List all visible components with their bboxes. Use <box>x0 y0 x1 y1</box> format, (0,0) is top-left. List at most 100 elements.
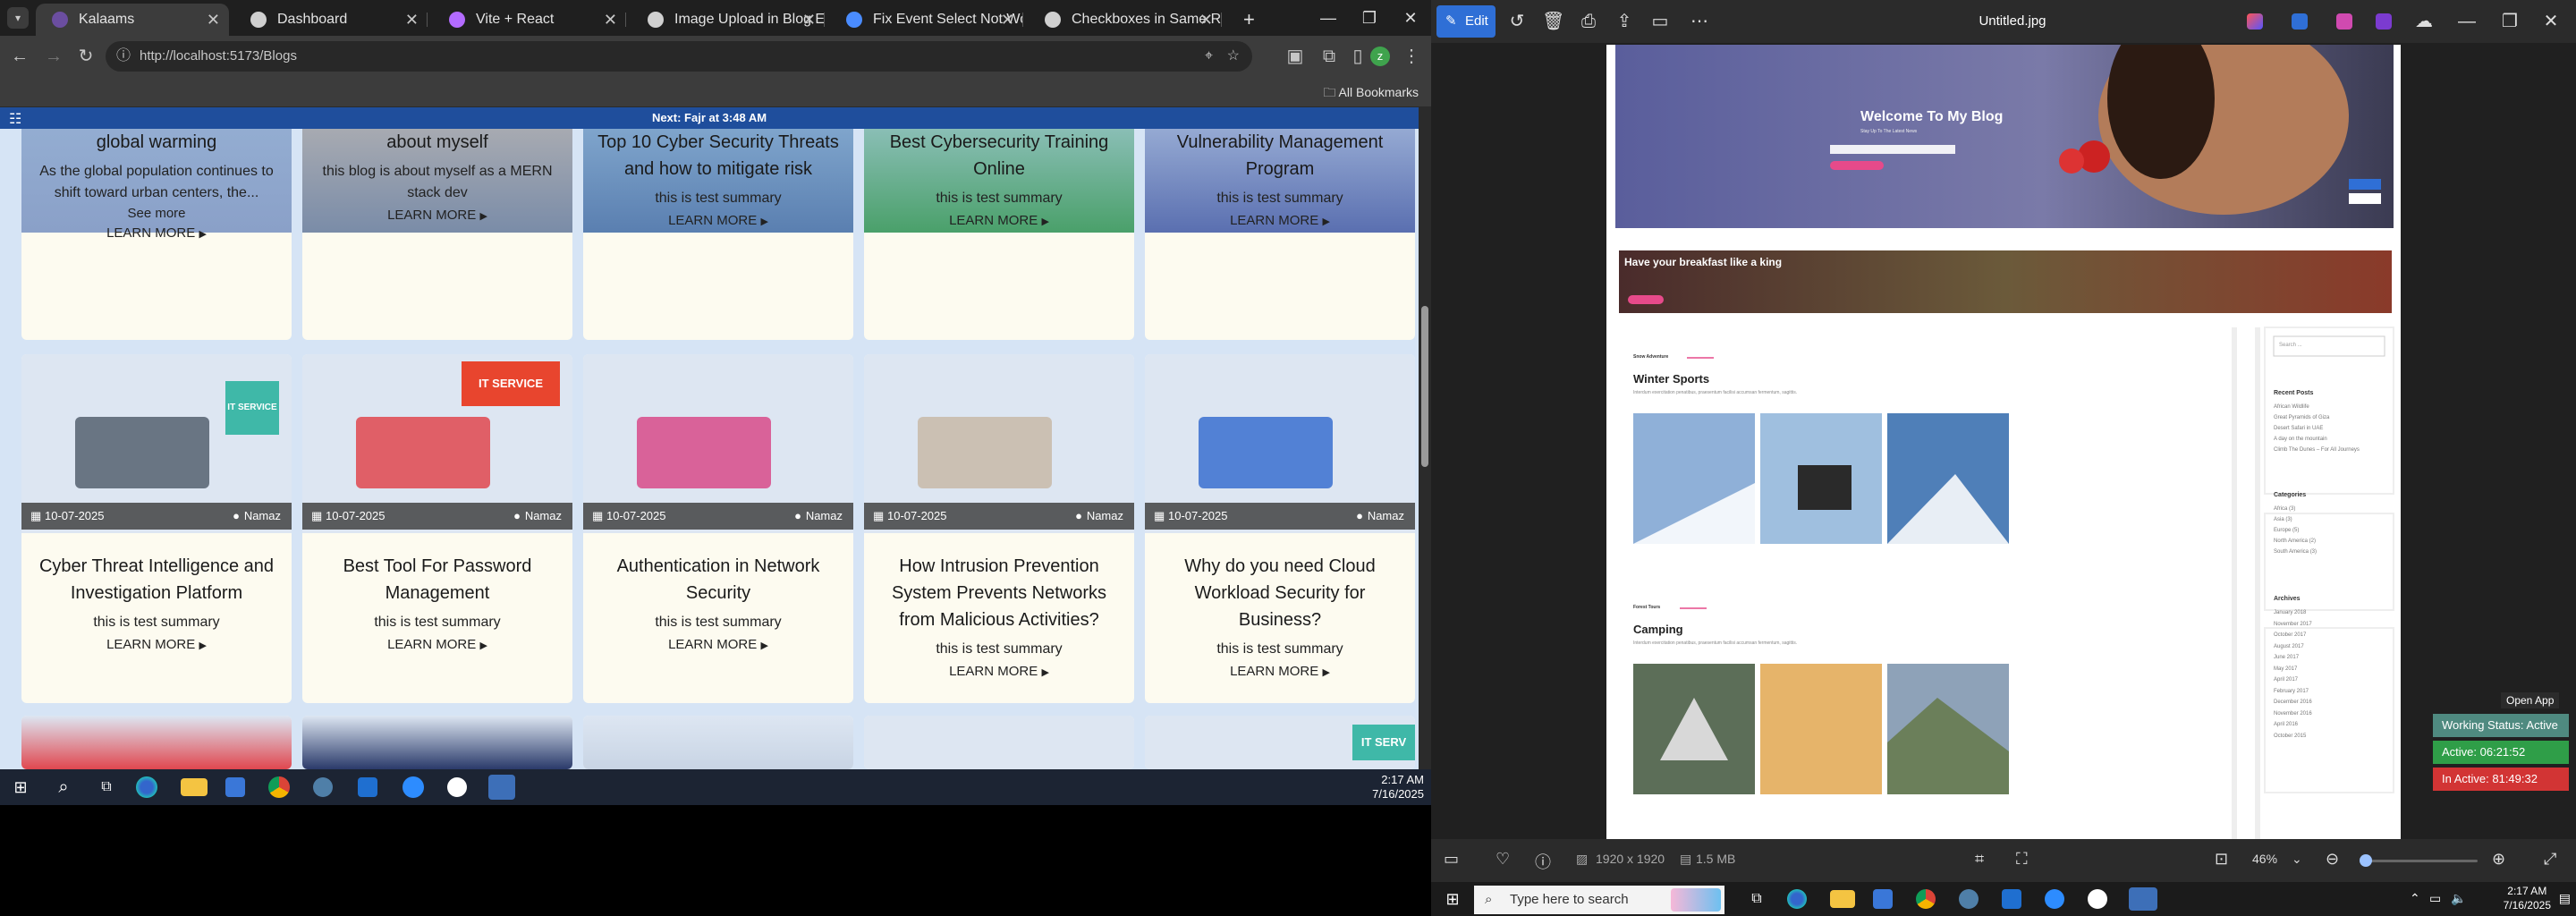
card-title[interactable]: about myself <box>311 129 564 156</box>
edit-button[interactable]: ✎ Edit <box>1436 5 1496 38</box>
tray-chevron-icon[interactable]: ⌃ <box>2410 891 2420 906</box>
crop-icon[interactable]: ⌗ <box>1975 850 1984 869</box>
card-image[interactable] <box>583 716 853 769</box>
taskbar-clock[interactable]: 2:17 AM 7/16/2025 <box>2504 884 2551 912</box>
tab-close-icon[interactable]: ✕ <box>802 4 816 36</box>
blog-card[interactable]: IT SERVICE ▦ 10-07-2025 ● Namaz Cyber Threat … <box>21 354 292 703</box>
zoom-slider[interactable] <box>2360 854 2478 867</box>
edge-icon[interactable] <box>136 776 157 798</box>
blog-card[interactable]: ▦10-07-2025●NamazVulnerability Managemen… <box>1145 107 1415 340</box>
photos-close-button[interactable]: ✕ <box>2540 11 2562 32</box>
reload-button[interactable]: ↻ <box>73 44 98 69</box>
card-image[interactable] <box>21 716 292 769</box>
win-photos-icon[interactable] <box>2129 887 2157 911</box>
card-title[interactable]: Best Tool For Password Management <box>311 553 564 606</box>
zoom-in-icon[interactable]: ⊕ <box>2492 850 2505 869</box>
menu-icon[interactable]: ☷ <box>9 110 21 128</box>
filmstrip-icon[interactable]: ▭ <box>1444 850 1459 869</box>
more-icon[interactable]: ⋯ <box>1689 11 1710 32</box>
task-view-icon[interactable]: ⧉ <box>93 775 120 800</box>
win-chrome-icon[interactable] <box>1916 889 1936 909</box>
blog-card[interactable]: IT SERVICE ▦ 10-07-2025 ● Namaz Best Tool For… <box>302 354 572 703</box>
bookmark-star-icon[interactable]: ☆ <box>1227 41 1240 72</box>
zoom-dropdown-icon[interactable]: ⌄ <box>2292 852 2302 867</box>
win-store-icon[interactable] <box>1873 889 1893 909</box>
vscode-icon[interactable] <box>358 777 377 797</box>
extension-icon[interactable]: ▣ <box>1283 44 1308 69</box>
blog-card[interactable]: ▦10-07-2025●NamazBest Cybersecurity Trai… <box>864 107 1134 340</box>
tab-5[interactable]: Checkboxes in Same Row✕ <box>1029 4 1222 36</box>
tab-close-icon[interactable]: ✕ <box>207 4 220 36</box>
zoom-icon[interactable] <box>402 776 424 798</box>
tab-close-icon[interactable]: ✕ <box>604 4 617 36</box>
blog-card[interactable]: ▦11-07-2025●NamazTop 10 Cyber Security T… <box>583 107 853 340</box>
minimize-button[interactable]: — <box>1308 0 1349 36</box>
windows-start-button[interactable]: ⊞ <box>1440 887 1465 911</box>
learn-more-link[interactable]: LEARN MORE ▶ <box>864 664 1134 679</box>
favorite-heart-icon[interactable]: ♡ <box>1496 850 1510 869</box>
blog-card[interactable] <box>21 716 292 769</box>
blog-card[interactable] <box>302 716 572 769</box>
share-icon[interactable]: ⇪ <box>1614 11 1635 32</box>
blog-card[interactable]: ▦ 10-07-2025 ● Namaz How Intrusion Preventio… <box>864 354 1134 703</box>
tab-close-icon[interactable]: ✕ <box>1199 4 1213 36</box>
start-button[interactable]: ⊞ <box>7 775 34 800</box>
learn-more-link[interactable]: LEARN MORE ▶ <box>864 213 1134 228</box>
photos-maximize-button[interactable]: ❐ <box>2499 11 2521 32</box>
taskbar-search-box[interactable]: ⌕ Type here to search <box>1474 886 1724 914</box>
purple-app-icon[interactable] <box>2376 13 2392 30</box>
card-title[interactable]: Vulnerability Management Program <box>1154 129 1406 182</box>
clipchamp-icon[interactable] <box>2336 13 2352 30</box>
new-tab-button[interactable]: + <box>1234 4 1267 36</box>
back-button[interactable]: ← <box>7 44 32 69</box>
learn-more-link[interactable]: LEARN MORE ▶ <box>583 637 853 652</box>
page-scrollbar[interactable] <box>1419 107 1431 769</box>
chrome-icon[interactable] <box>268 776 290 798</box>
designer-icon[interactable] <box>2292 13 2308 30</box>
learn-more-link[interactable]: LEARN MORE ▶ <box>21 637 292 652</box>
forward-button[interactable]: → <box>41 44 66 69</box>
photos-minimize-button[interactable]: — <box>2456 11 2478 32</box>
notifications-icon[interactable]: ▤ <box>2559 891 2571 906</box>
delete-icon[interactable]: 🗑 <box>1542 11 1564 32</box>
see-more-link[interactable]: See more <box>21 206 292 221</box>
zoom-slider-thumb[interactable] <box>2360 854 2372 867</box>
learn-more-link[interactable]: LEARN MORE ▶ <box>1145 213 1415 228</box>
tab-2[interactable]: Vite + React ✕ <box>433 4 626 36</box>
card-image[interactable] <box>302 716 572 769</box>
open-app-tooltip[interactable]: Open App <box>2501 692 2560 708</box>
card-title[interactable]: global warming <box>30 129 283 156</box>
print-icon[interactable]: ⎙ <box>1578 11 1599 32</box>
tab-4[interactable]: Fix Event Select Not Working✕ <box>830 4 1023 36</box>
card-title[interactable]: Authentication in Network Security <box>592 553 844 606</box>
win-app-icon[interactable] <box>1959 889 1979 909</box>
win-edge-icon[interactable] <box>1787 889 1807 909</box>
blog-card[interactable] <box>583 716 853 769</box>
profile-avatar[interactable]: z <box>1370 47 1390 66</box>
sidebar-icon[interactable]: ▯ <box>1345 44 1370 69</box>
tab-close-icon[interactable]: ✕ <box>405 4 419 36</box>
card-title[interactable]: Best Cybersecurity Training Online <box>873 129 1125 182</box>
card-title[interactable]: Top 10 Cyber Security Threats and how to… <box>592 129 844 182</box>
blog-card[interactable]: ▦14-07-2025●Fastingabout myselfthis blog… <box>302 107 572 340</box>
fullscreen-icon[interactable]: ⤢ <box>2544 850 2556 869</box>
location-icon[interactable]: ⌖ <box>1205 41 1213 72</box>
all-bookmarks-button[interactable]: 🗀 All Bookmarks <box>1323 77 1419 107</box>
tab-3[interactable]: Image Upload in Blog Editor✕ <box>631 4 825 36</box>
win-explorer-icon[interactable] <box>1830 890 1855 908</box>
image-canvas[interactable]: Welcome To My Blog Stay Up To The Latest … <box>1606 45 2401 839</box>
volume-icon[interactable]: 🔈 <box>2451 891 2466 906</box>
address-bar[interactable]: ⓘ http://localhost:5173/Blogs ⌖ ☆ <box>106 41 1252 72</box>
learn-more-link[interactable]: LEARN MORE ▶ <box>1145 664 1415 679</box>
slideshow-icon[interactable]: ▭ <box>1649 11 1671 32</box>
network-icon[interactable]: ▭ <box>2429 891 2441 906</box>
learn-more-link[interactable]: LEARN MORE ▶ <box>583 213 853 228</box>
tab-close-icon[interactable]: ✕ <box>1001 4 1014 36</box>
blog-card[interactable]: ▦ 10-07-2025 ● Namaz Why do you need Cloud W… <box>1145 354 1415 703</box>
search-icon[interactable]: ⌕ <box>50 775 77 800</box>
win-task-view-icon[interactable]: ⧉ <box>1744 887 1769 911</box>
file-explorer-icon[interactable] <box>181 778 208 796</box>
zoom-out-icon[interactable]: ⊖ <box>2326 850 2339 869</box>
fit-icon[interactable]: ⛶ <box>2016 850 2028 869</box>
zoom-level[interactable]: 46% <box>2252 852 2277 866</box>
